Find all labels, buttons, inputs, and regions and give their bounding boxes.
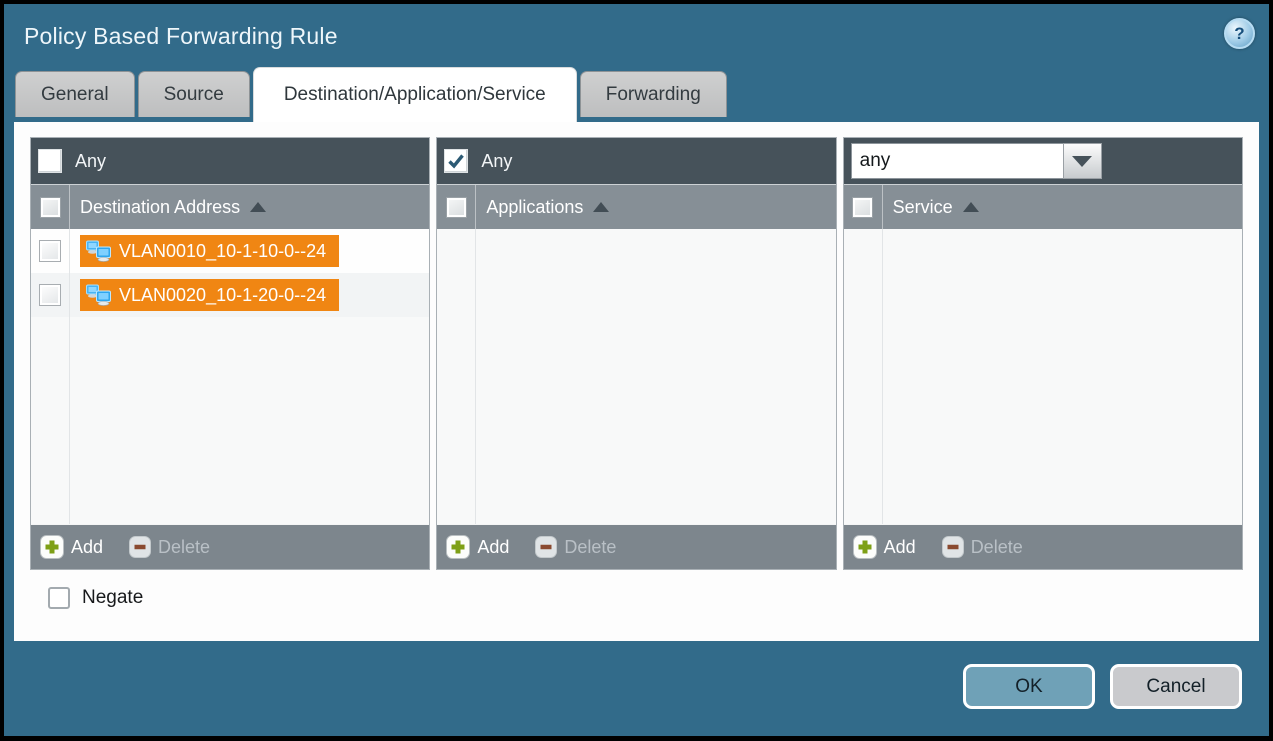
add-button[interactable]: Add: [40, 535, 103, 559]
dialog-footer: OK Cancel: [4, 640, 1269, 736]
service-column-label: Service: [893, 197, 953, 218]
negate-checkbox[interactable]: [48, 587, 70, 609]
row-checkbox[interactable]: [39, 284, 61, 306]
table-row[interactable]: VLAN0010_10-1-10-0--24: [31, 229, 429, 273]
destination-toolbar: Add Delete: [31, 524, 429, 569]
applications-panel: Any Applications Add: [436, 137, 836, 570]
screen: Policy Based Forwarding Rule ? General S…: [0, 0, 1273, 741]
tab-content: Any Destination Address: [14, 122, 1259, 641]
service-dropdown: [851, 143, 1102, 179]
ok-button[interactable]: OK: [963, 664, 1095, 709]
header-checkbox-cell: [437, 185, 476, 229]
applications-column-label: Applications: [486, 197, 583, 218]
header-checkbox-cell: [844, 185, 883, 229]
minus-icon: [535, 536, 557, 558]
delete-button[interactable]: Delete: [942, 536, 1023, 558]
service-dropdown-button[interactable]: [1063, 143, 1102, 179]
add-label: Add: [477, 537, 509, 558]
delete-button[interactable]: Delete: [129, 536, 210, 558]
table-row[interactable]: VLAN0020_10-1-20-0--24: [31, 273, 429, 317]
network-icon: [85, 284, 112, 306]
address-object-label: VLAN0010_10-1-10-0--24: [119, 241, 326, 262]
chevron-down-icon: [1072, 156, 1092, 167]
address-object-label: VLAN0020_10-1-20-0--24: [119, 285, 326, 306]
applications-column-header[interactable]: Applications: [437, 184, 835, 229]
applications-select-all-checkbox[interactable]: [446, 197, 467, 218]
sort-asc-icon[interactable]: [250, 202, 266, 212]
tab-forwarding[interactable]: Forwarding: [580, 71, 727, 117]
tab-strip: General Source Destination/Application/S…: [4, 68, 1269, 122]
row-checkbox-cell: [31, 273, 70, 317]
delete-label: Delete: [158, 537, 210, 558]
tab-source[interactable]: Source: [138, 71, 250, 117]
add-label: Add: [884, 537, 916, 558]
sort-asc-icon[interactable]: [963, 202, 979, 212]
row-checkbox[interactable]: [39, 240, 61, 262]
destination-column-label: Destination Address: [80, 197, 240, 218]
service-panel: Service Add: [843, 137, 1243, 570]
service-dropdown-input[interactable]: [851, 143, 1063, 179]
policy-based-forwarding-dialog: Policy Based Forwarding Rule ? General S…: [4, 4, 1269, 736]
row-checkbox-cell: [31, 229, 70, 273]
panels-container: Any Destination Address: [30, 137, 1243, 570]
destination-address-list: VLAN0010_10-1-10-0--24: [31, 229, 429, 524]
delete-label: Delete: [971, 537, 1023, 558]
header-checkbox-cell: [31, 185, 70, 229]
destination-any-label: Any: [75, 151, 106, 172]
service-select-all-checkbox[interactable]: [852, 197, 873, 218]
address-object-chip[interactable]: VLAN0020_10-1-20-0--24: [80, 279, 339, 311]
service-toolbar: Add Delete: [844, 524, 1242, 569]
delete-label: Delete: [564, 537, 616, 558]
title-bar: Policy Based Forwarding Rule ?: [4, 4, 1269, 68]
tab-general[interactable]: General: [15, 71, 135, 117]
negate-row: Negate: [48, 587, 1243, 609]
destination-column-header[interactable]: Destination Address: [31, 184, 429, 229]
page-title: Policy Based Forwarding Rule: [24, 23, 338, 50]
applications-toolbar: Add Delete: [437, 524, 835, 569]
delete-button[interactable]: Delete: [535, 536, 616, 558]
minus-icon: [129, 536, 151, 558]
tab-destination-application-service[interactable]: Destination/Application/Service: [253, 67, 577, 122]
destination-any-checkbox[interactable]: [38, 149, 62, 173]
minus-icon: [942, 536, 964, 558]
destination-any-bar: Any: [31, 138, 429, 184]
applications-any-checkbox[interactable]: [444, 149, 468, 173]
sort-asc-icon[interactable]: [593, 202, 609, 212]
checkmark-icon: [446, 151, 466, 171]
plus-icon: [446, 535, 470, 559]
service-list: [844, 229, 1242, 524]
applications-any-bar: Any: [437, 138, 835, 184]
add-button[interactable]: Add: [446, 535, 509, 559]
help-icon[interactable]: ?: [1224, 18, 1255, 49]
applications-any-label: Any: [481, 151, 512, 172]
plus-icon: [40, 535, 64, 559]
destination-panel: Any Destination Address: [30, 137, 430, 570]
cancel-button[interactable]: Cancel: [1110, 664, 1242, 709]
negate-label: Negate: [82, 587, 143, 609]
address-object-chip[interactable]: VLAN0010_10-1-10-0--24: [80, 235, 339, 267]
applications-list: [437, 229, 835, 524]
destination-select-all-checkbox[interactable]: [40, 197, 61, 218]
add-button[interactable]: Add: [853, 535, 916, 559]
network-icon: [85, 240, 112, 262]
add-label: Add: [71, 537, 103, 558]
service-dropdown-bar: [844, 138, 1242, 184]
plus-icon: [853, 535, 877, 559]
service-column-header[interactable]: Service: [844, 184, 1242, 229]
